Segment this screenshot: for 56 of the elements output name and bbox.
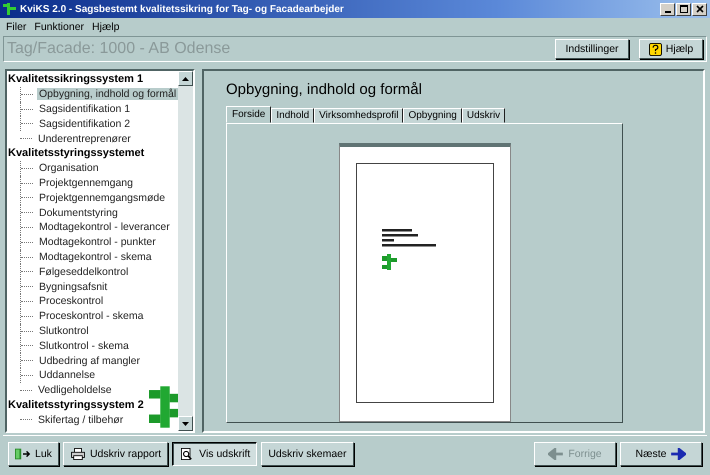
scroll-down-icon (182, 422, 189, 426)
page-heading: Opbygning, indhold og formål (226, 81, 423, 98)
tree-item[interactable]: Uddannelse (37, 369, 98, 382)
tree-item[interactable]: Modtagekontrol - punkter (37, 236, 158, 248)
exit-door-icon (15, 448, 31, 460)
tab[interactable]: Forside (226, 106, 272, 123)
tree-item[interactable]: Sagsidentifikation 2 (37, 118, 132, 130)
logo-icon (3, 3, 17, 15)
help-icon (648, 42, 662, 56)
menu-item[interactable]: Funktioner (32, 21, 86, 33)
scrollbar[interactable] (178, 71, 193, 431)
window-title: KviKS 2.0 - Sagsbestemt kvalitetssikring for Tag- og Facadearbejder (20, 4, 345, 14)
tree-group[interactable]: Kvalitetsstyringssystemet (8, 147, 144, 160)
close-button[interactable] (692, 2, 707, 16)
tree-item[interactable]: Proceskontrol (37, 295, 106, 308)
tab[interactable]: Opbygning (403, 108, 462, 123)
tree-item[interactable]: Bygningsafsnit (37, 280, 110, 293)
next-button[interactable]: Næste (620, 442, 702, 466)
close-button[interactable]: Luk (8, 442, 59, 466)
tree-item[interactable]: Organisation (37, 162, 101, 174)
tab[interactable]: Udskriv (462, 108, 506, 123)
tree-item[interactable]: Udbedring af mangler (37, 354, 142, 367)
tree-item[interactable]: Dokumentstyring (37, 206, 120, 219)
print-forms-button[interactable]: Udskriv skemaer (261, 442, 354, 466)
tab[interactable]: Virksomhedsprofil (314, 108, 404, 123)
maximize-icon (680, 5, 688, 13)
tree-item[interactable]: Slutkontrol - skema (37, 340, 131, 352)
close-icon (696, 5, 704, 13)
tree-item[interactable]: Følgeseddelkontrol (37, 266, 130, 278)
tree-item[interactable]: Modtagekontrol - skema (37, 250, 154, 263)
help-button[interactable]: Hjælp (639, 39, 703, 59)
tree-item[interactable]: Slutkontrol (37, 324, 91, 337)
preview-button[interactable]: Vis udskrift (172, 442, 258, 466)
tree-item[interactable]: Projektgennemgang (37, 176, 135, 189)
tree-item[interactable]: Modtagekontrol - leverancer (37, 221, 172, 234)
settings-button[interactable]: Indstillinger (555, 39, 629, 59)
logo-icon (149, 386, 178, 428)
tree-item[interactable]: Sagsidentifikation 1 (37, 102, 132, 115)
tree-item[interactable]: Underentreprenører (36, 132, 133, 145)
tree-group[interactable]: Kvalitetsstyringssystem 2 (8, 398, 144, 411)
tab[interactable]: Indhold (271, 108, 314, 123)
tree-item[interactable]: Proceskontrol - skema (37, 310, 146, 322)
arrow-right-icon (670, 448, 686, 460)
menu-item[interactable]: Hjælp (90, 21, 122, 33)
tree-item[interactable]: Skifertag / tilbehør (36, 414, 126, 426)
tree-group[interactable]: Kvalitetssikringssystem 1 (8, 73, 144, 86)
minimize-button[interactable] (660, 2, 675, 16)
maximize-button[interactable] (676, 2, 691, 16)
tree-item[interactable]: Projektgennemgangsmøde (37, 192, 168, 204)
tree-item[interactable]: Opbygning, indhold og formål (37, 88, 178, 100)
menu-item[interactable]: Filer (4, 21, 28, 33)
tree-item[interactable]: Vedligeholdelse (36, 384, 114, 396)
print-button[interactable]: Udskriv rapport (62, 442, 168, 466)
arrow-left-icon (548, 448, 564, 460)
scroll-up-icon (182, 76, 189, 80)
printer-icon (70, 448, 86, 460)
